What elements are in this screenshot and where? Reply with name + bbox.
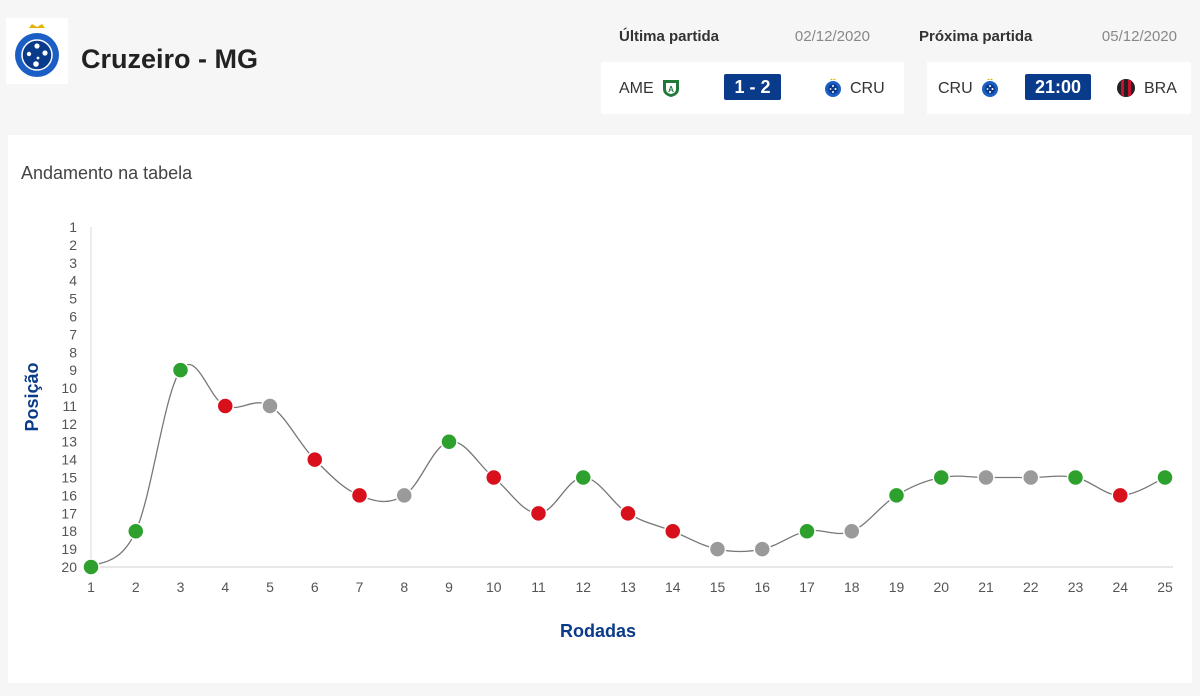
- data-point[interactable]: [261, 397, 279, 415]
- america-mg-crest-icon: A: [663, 80, 679, 97]
- y-tick-label: 2: [69, 237, 77, 253]
- y-tick-label: 9: [69, 362, 77, 378]
- x-tick-label: 15: [710, 579, 726, 595]
- x-tick-label: 24: [1112, 579, 1128, 595]
- y-tick-label: 8: [69, 344, 77, 360]
- x-tick-label: 25: [1157, 579, 1173, 595]
- data-point[interactable]: [350, 486, 369, 505]
- y-tick-label: 7: [69, 326, 77, 342]
- team-logo: [6, 18, 68, 84]
- y-tick-label: 3: [69, 255, 77, 271]
- x-tick-label: 5: [266, 579, 274, 595]
- next-match-card[interactable]: CRU 21:00 BRA: [927, 62, 1191, 114]
- data-point[interactable]: [753, 540, 771, 558]
- x-tick-label: 1: [87, 579, 95, 595]
- x-tick-label: 9: [445, 579, 453, 595]
- y-tick-labels: 1234567891011121314151617181920: [61, 219, 77, 575]
- data-point[interactable]: [977, 468, 995, 487]
- data-point[interactable]: [440, 432, 458, 451]
- y-tick-label: 10: [61, 380, 77, 396]
- data-point[interactable]: [887, 486, 906, 505]
- x-tick-label: 17: [799, 579, 815, 595]
- data-point[interactable]: [1111, 486, 1129, 505]
- y-tick-label: 6: [69, 308, 77, 324]
- data-point[interactable]: [932, 468, 950, 487]
- y-axis-label: Posição: [22, 362, 42, 431]
- next-match-date: 05/12/2020: [1101, 28, 1177, 45]
- last-match-away-team: CRU: [850, 80, 885, 97]
- y-tick-label: 4: [69, 273, 77, 289]
- last-match-home-team: AME: [619, 80, 654, 97]
- data-point[interactable]: [1066, 468, 1085, 487]
- data-points: [82, 361, 1174, 576]
- data-point[interactable]: [574, 468, 592, 487]
- cruzeiro-crest-icon: [15, 24, 59, 77]
- data-point[interactable]: [798, 522, 816, 540]
- y-tick-label: 17: [61, 505, 77, 521]
- x-tick-label: 7: [356, 579, 364, 595]
- x-tick-label: 4: [221, 579, 229, 595]
- next-match-home-team: CRU: [938, 80, 973, 97]
- data-point[interactable]: [171, 361, 190, 379]
- x-tick-label: 16: [754, 579, 770, 595]
- y-tick-label: 18: [61, 523, 77, 539]
- x-tick-label: 6: [311, 579, 319, 595]
- x-tick-label: 18: [844, 579, 860, 595]
- team-title: Cruzeiro - MG: [81, 44, 259, 74]
- x-axis-label: Rodadas: [560, 621, 636, 641]
- data-point[interactable]: [127, 522, 145, 540]
- x-tick-label: 20: [933, 579, 949, 595]
- x-tick-label: 23: [1068, 579, 1084, 595]
- x-tick-label: 14: [665, 579, 681, 595]
- cruzeiro-crest-icon: [982, 78, 998, 97]
- match-header: Cruzeiro - MG Última partida 02/12/2020 …: [0, 0, 1200, 125]
- x-tick-label: 19: [889, 579, 905, 595]
- data-point[interactable]: [619, 504, 637, 523]
- x-tick-label: 8: [400, 579, 408, 595]
- position-chart-panel: Andamento na tabela 1 2 3 4 5 6 7 8 9 10 11 12 13 14 1…: [8, 135, 1192, 683]
- y-tick-label: 13: [61, 434, 77, 450]
- data-point[interactable]: [395, 486, 413, 505]
- cruzeiro-crest-icon: [825, 78, 841, 97]
- y-tick-label: 14: [61, 452, 77, 468]
- data-point[interactable]: [485, 468, 503, 487]
- x-tick-label: 3: [177, 579, 185, 595]
- data-point[interactable]: [1156, 468, 1174, 487]
- data-point[interactable]: [843, 522, 861, 540]
- last-match-date: 02/12/2020: [794, 28, 870, 45]
- next-match-time: 21:00: [1025, 74, 1091, 100]
- last-match-label: Última partida: [619, 28, 720, 45]
- y-tick-label: 20: [61, 559, 77, 575]
- position-chart: 1234567891011121314151617181920 12345678…: [22, 219, 1174, 641]
- x-tick-labels: 1 2 3 4 5 6 7 8 9 10 11 12 13 14 15 16 17 18 19 20 21 22 23 24 2…: [87, 579, 1173, 595]
- last-match-score: 1 - 2: [724, 74, 781, 100]
- last-match-card[interactable]: AME A 1 - 2 CRU: [601, 62, 904, 114]
- x-tick-label: 22: [1023, 579, 1039, 595]
- next-match-away-team: BRA: [1144, 80, 1177, 97]
- y-tick-label: 5: [69, 291, 77, 307]
- y-tick-label: 19: [61, 541, 77, 557]
- y-tick-label: 15: [61, 470, 77, 486]
- x-tick-label: 12: [575, 579, 591, 595]
- data-point[interactable]: [664, 522, 682, 540]
- data-point[interactable]: [708, 540, 727, 558]
- x-tick-label: 13: [620, 579, 636, 595]
- athletico-pr-crest-icon: [1117, 79, 1135, 97]
- x-tick-label: 21: [978, 579, 994, 595]
- y-tick-label: 11: [62, 398, 77, 414]
- data-point[interactable]: [1022, 468, 1040, 487]
- svg-text:A: A: [668, 85, 674, 94]
- data-point[interactable]: [306, 450, 324, 469]
- x-tick-label: 11: [531, 579, 546, 595]
- x-tick-label: 10: [486, 579, 502, 595]
- next-match-label: Próxima partida: [919, 28, 1033, 45]
- data-point[interactable]: [82, 558, 100, 576]
- series-line: [90, 363, 1166, 568]
- x-tick-label: 2: [132, 579, 140, 595]
- y-tick-label: 12: [61, 416, 77, 432]
- data-point[interactable]: [216, 397, 234, 415]
- y-tick-label: 16: [61, 487, 77, 503]
- y-tick-label: 1: [69, 219, 77, 235]
- data-point[interactable]: [529, 504, 548, 523]
